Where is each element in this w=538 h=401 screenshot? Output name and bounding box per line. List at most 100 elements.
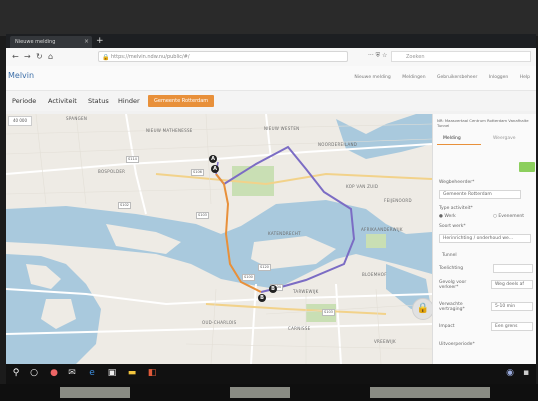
map-label-noordereiland: NOORDEREILAND: [318, 142, 358, 147]
app-icon[interactable]: ◧: [146, 367, 158, 380]
route-marker-b[interactable]: B: [269, 285, 277, 293]
wegbeheerder-label: Wegbeheerder*: [439, 180, 475, 185]
map-label-tarwewijk: TARWEWIJK: [293, 289, 319, 294]
browser-tab[interactable]: Nieuwe melding ×: [10, 36, 92, 48]
top-link-users[interactable]: Gebruikersbeheer: [437, 75, 477, 80]
uitvoerperiode-label: Uitvoerperiode*: [439, 342, 475, 347]
menu-periode[interactable]: Periode: [12, 95, 36, 107]
menu-activiteit[interactable]: Activiteit: [48, 95, 77, 107]
search-input[interactable]: Zoeken: [391, 51, 531, 62]
browser-tabbar: Nieuwe melding × +: [6, 34, 536, 48]
notification-icon[interactable]: ▪: [520, 367, 532, 380]
app-logo: Melvin: [8, 71, 35, 80]
road-number: S103: [196, 212, 209, 219]
zoom-control[interactable]: 40 000: [8, 116, 32, 126]
impact-select[interactable]: Een grens: [491, 322, 533, 331]
wegbeheerder-select[interactable]: Gemeente Rotterdam: [439, 190, 521, 199]
monitor-bezel-bottom: [0, 384, 538, 401]
home-icon[interactable]: ⌂: [48, 52, 53, 62]
store-icon[interactable]: ▣: [106, 367, 118, 380]
screen-reflection: [230, 387, 290, 398]
soort-select[interactable]: Herinrichting / onderhoud we...: [439, 234, 531, 243]
filter-menu: Periode Activiteit Status Hinder Gemeent…: [6, 91, 536, 111]
map-canvas: [6, 114, 432, 364]
map-label-feijenoord: FEIJENOORD: [384, 198, 412, 203]
toelichting-label: Toelichting: [439, 266, 464, 271]
task-view-icon[interactable]: ○: [28, 367, 40, 380]
tab-weergave[interactable]: Weergave: [493, 136, 516, 141]
screen-reflection: [60, 387, 130, 398]
parking-icon[interactable]: 🔒: [412, 298, 432, 320]
windows-taskbar: ⚲ ○ ● ✉ e ▣ ▬ ◧ ◉ ▪: [6, 364, 536, 384]
panel-header: NR: Maasvertaal Centrum Rotterdam Vanafh…: [437, 118, 529, 128]
mail-icon[interactable]: ✉: [66, 367, 78, 380]
browser-actions[interactable]: ··· ⛨ ☆: [368, 52, 387, 60]
firefox-icon[interactable]: ●: [48, 367, 60, 380]
road-number: S103: [322, 309, 335, 316]
map-label-vreewijk: VREEWIJK: [374, 339, 396, 344]
type-option-werk[interactable]: ● Werk: [439, 214, 456, 219]
menu-status[interactable]: Status: [88, 95, 109, 107]
type-option-werk-text: Werk: [444, 214, 456, 219]
map-label-bospolder: BOSPOLDER: [98, 169, 126, 174]
folder-icon[interactable]: ▬: [126, 367, 138, 380]
back-icon[interactable]: ←: [12, 52, 19, 62]
menu-hinder[interactable]: Hinder: [118, 95, 140, 107]
map-label-nieuw-mathenesse: NIEUW MATHENESSE: [146, 128, 193, 133]
search-icon[interactable]: ⚲: [10, 367, 22, 380]
type-option-evenement[interactable]: ○ Evenement: [493, 214, 524, 219]
reload-icon[interactable]: ↻: [36, 52, 43, 62]
soort-label: Soort werk*: [439, 224, 466, 229]
vertraging-label: Verwachte vertraging*: [439, 302, 465, 312]
road-number: S120: [258, 264, 271, 271]
top-link-new[interactable]: Nieuwe melding: [354, 75, 390, 80]
new-tab-button[interactable]: +: [96, 35, 104, 47]
route-marker-a[interactable]: A: [209, 155, 217, 163]
url-bar[interactable]: 🔒 https://melvin.ndw.nu/public/#/: [98, 51, 348, 62]
top-link-help[interactable]: Help: [520, 75, 530, 80]
map[interactable]: 40 000 SPANGEN NIEUW MATHENESSE BOSPOLDE…: [6, 114, 432, 364]
menu-gemeente[interactable]: Gemeente Rotterdam: [148, 95, 215, 107]
map-label-kop-van-zuid: KOP VAN ZUID: [346, 184, 379, 189]
tunnel-value: Tunnel: [442, 253, 457, 258]
map-label-bloemhof: BLOEMHOF: [362, 272, 387, 277]
map-label-oud-charlois: OUD-CHARLOIS: [202, 320, 237, 325]
browser-toolbar: ← → ↻ ⌂ 🔒 https://melvin.ndw.nu/public/#…: [6, 48, 536, 67]
close-icon[interactable]: ×: [84, 36, 89, 48]
gevolg-select[interactable]: Weg deels af: [491, 280, 533, 289]
impact-label: Impact: [439, 324, 455, 329]
save-button[interactable]: [519, 162, 535, 172]
lock-icon: 🔒: [102, 54, 110, 61]
gevolg-label: Gevolg voor verkeer*: [439, 280, 467, 290]
url-text: https://melvin.ndw.nu/public/#/: [111, 54, 190, 60]
screen-reflection: [370, 387, 490, 398]
top-link-login[interactable]: Inloggen: [489, 75, 509, 80]
app-header: Melvin Nieuwe melding Meldingen Gebruike…: [6, 66, 536, 91]
browser-tab-title: Nieuwe melding: [15, 39, 56, 45]
type-option-evenement-text: Evenement: [498, 214, 525, 219]
tab-melding[interactable]: Melding: [443, 136, 461, 141]
search-placeholder: Zoeken: [406, 54, 425, 60]
top-links: Nieuwe melding Meldingen Gebruikersbehee…: [344, 75, 530, 80]
type-label: Type activiteit*: [439, 206, 473, 211]
toelichting-input[interactable]: [493, 264, 533, 273]
forward-icon[interactable]: →: [24, 52, 31, 62]
road-number: S114: [126, 156, 139, 163]
top-link-meldingen[interactable]: Meldingen: [402, 75, 425, 80]
road-number: S102: [118, 202, 131, 209]
edge-icon[interactable]: e: [86, 367, 98, 380]
road-number: S100: [242, 274, 255, 281]
tray-icon[interactable]: ◉: [504, 367, 516, 380]
route-marker-a[interactable]: A: [211, 165, 219, 173]
screen: Nieuwe melding × + ← → ↻ ⌂ 🔒 https://mel…: [6, 34, 536, 364]
map-label-afrikaanderwijk: AFRIKAANDERWIJK: [361, 227, 403, 232]
monitor-bezel-top: [0, 0, 538, 36]
map-label-katendrecht: KATENDRECHT: [268, 231, 301, 236]
map-label-spangen: SPANGEN: [66, 116, 88, 121]
detail-panel: NR: Maasvertaal Centrum Rotterdam Vanafh…: [432, 114, 536, 364]
route-marker-b[interactable]: B: [258, 294, 266, 302]
vertraging-select[interactable]: 5-10 min: [491, 302, 533, 311]
map-label-nieuw-westen: NIEUW WESTEN: [264, 126, 300, 131]
map-label-carnisse: CARNISSE: [288, 326, 311, 331]
tab-underline: [437, 144, 481, 145]
